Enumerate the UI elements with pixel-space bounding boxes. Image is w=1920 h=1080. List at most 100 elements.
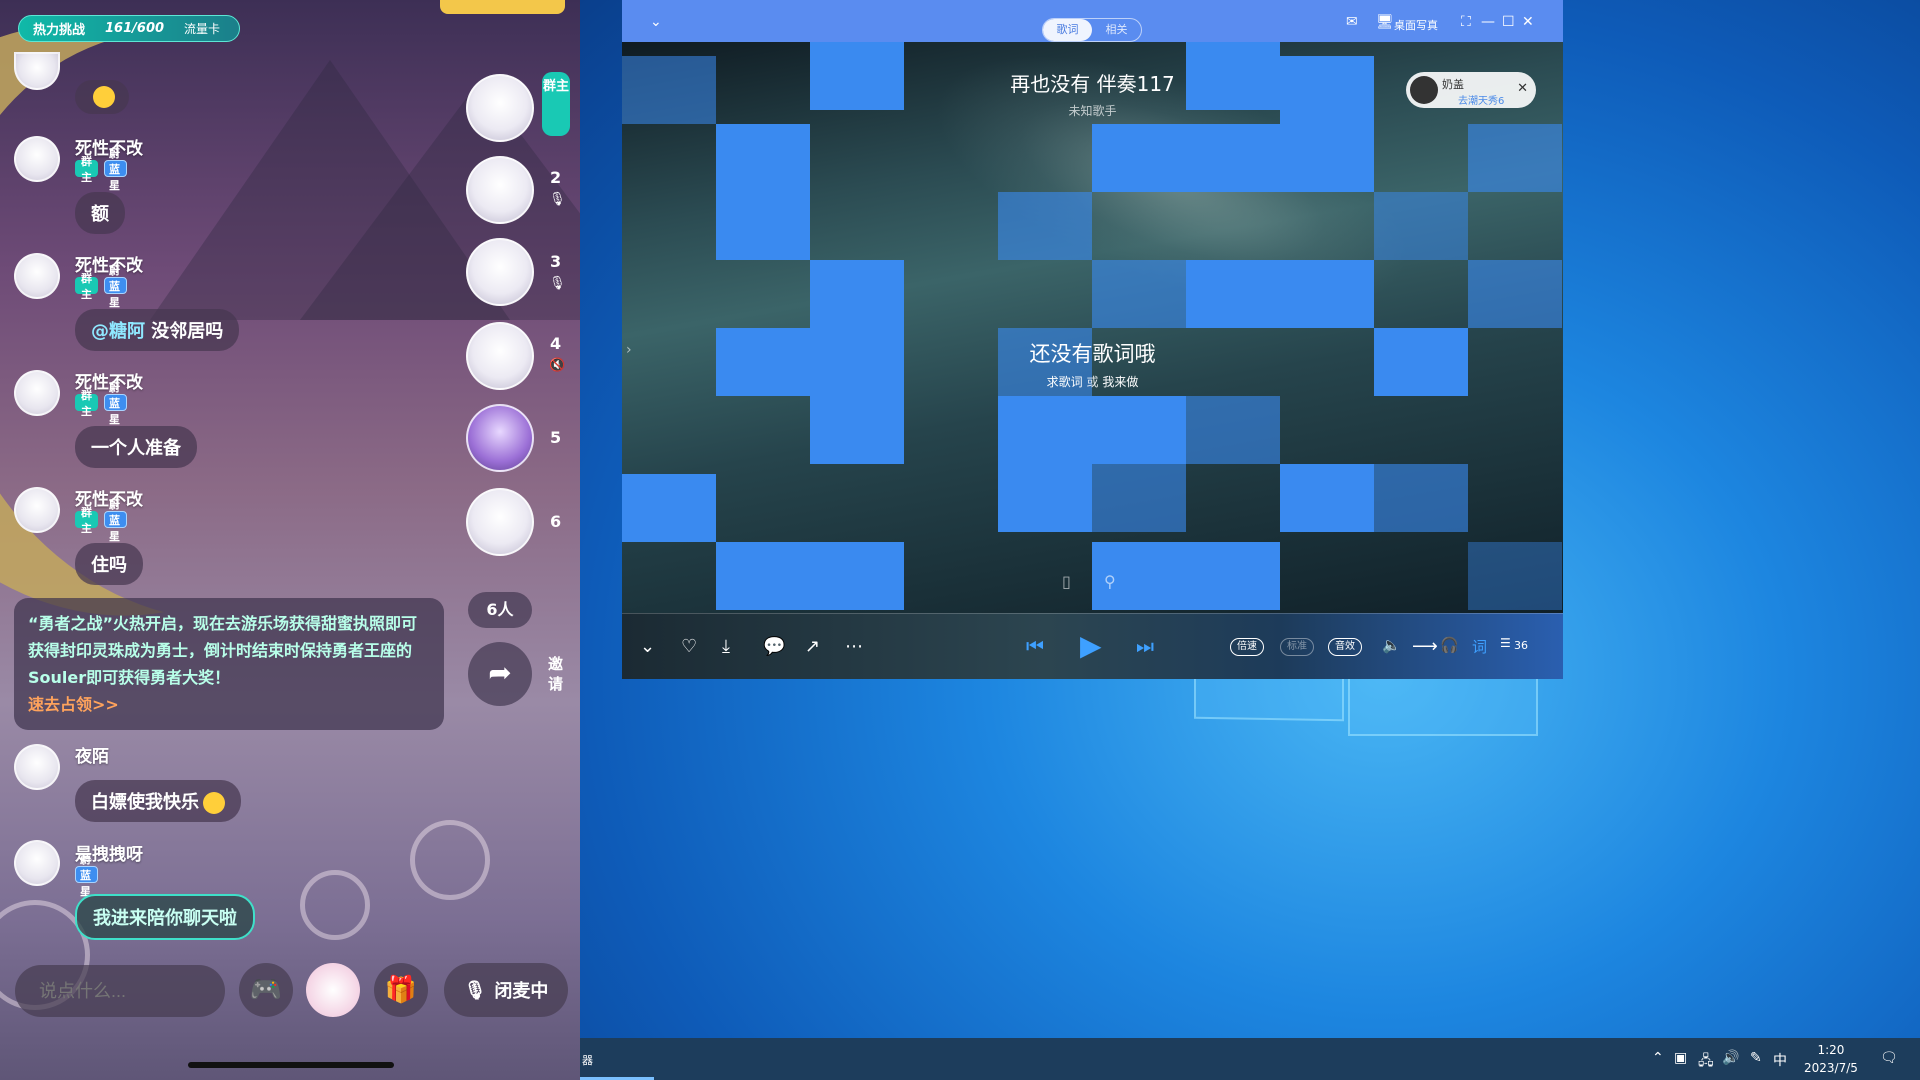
heart-icon[interactable]: ♡ bbox=[681, 636, 697, 657]
windows-logo-pane bbox=[1348, 676, 1538, 736]
mic-seat[interactable] bbox=[466, 488, 534, 556]
avatar[interactable] bbox=[14, 487, 60, 533]
mosaic-tile bbox=[998, 396, 1092, 464]
mention-link[interactable]: @糖阿 bbox=[91, 321, 145, 342]
lyrics-tab-switch: 歌词 相关 bbox=[1042, 18, 1142, 42]
playlist-icon[interactable]: ☰ bbox=[1500, 636, 1511, 650]
listener-subtitle: 去潮天秀6 bbox=[1458, 96, 1505, 107]
listener-name: 奶盖 bbox=[1442, 78, 1464, 91]
chat-input[interactable] bbox=[15, 965, 225, 1017]
lyrics-stage: › ▯ ⚲ bbox=[622, 42, 1563, 613]
chevron-down-icon[interactable]: ⌄ bbox=[640, 636, 655, 657]
portrait-icon[interactable]: ▯ bbox=[1062, 572, 1071, 591]
avatar[interactable] bbox=[14, 370, 60, 416]
mosaic-tile bbox=[1186, 260, 1280, 328]
username[interactable]: 夜陌 bbox=[75, 742, 109, 767]
host-badge: 群主 bbox=[75, 155, 98, 184]
player-titlebar: ⌄ 歌词 相关 ✉ 🖥 桌面写真 ⛶ — ☐ ✕ bbox=[622, 0, 1563, 42]
user-badges: 群主 蔚蓝星 bbox=[75, 147, 127, 192]
loop-icon[interactable]: ⟶ bbox=[1412, 636, 1438, 657]
mosaic-tile bbox=[1374, 192, 1468, 260]
quality-button[interactable]: 标准 bbox=[1280, 638, 1314, 656]
tab-related[interactable]: 相关 bbox=[1092, 19, 1141, 41]
volume-icon[interactable]: 🔈 bbox=[1382, 636, 1401, 654]
seat-number: 4 bbox=[550, 334, 562, 353]
mic-seat[interactable] bbox=[466, 156, 534, 224]
bunny-avatar-icon[interactable] bbox=[306, 963, 360, 1017]
play-icon[interactable]: ▶ bbox=[1080, 629, 1102, 662]
mosaic-tile bbox=[1374, 464, 1468, 532]
ime-indicator[interactable]: 中 bbox=[1773, 1050, 1787, 1070]
mosaic-tile bbox=[716, 542, 810, 610]
minimize-icon[interactable]: — bbox=[1481, 14, 1495, 30]
swan-decoration bbox=[410, 820, 490, 900]
gift-icon[interactable]: 🎁 bbox=[374, 963, 428, 1017]
level-badge: 蔚蓝星 bbox=[104, 264, 127, 309]
download-icon[interactable]: ⤓ bbox=[722, 636, 730, 657]
request-lyrics-link[interactable]: 求歌词 bbox=[1047, 375, 1083, 389]
invite-button[interactable]: 邀请 bbox=[548, 654, 566, 694]
more-icon[interactable]: ⋯ bbox=[845, 636, 863, 657]
previous-icon[interactable]: ⏮ bbox=[1026, 634, 1044, 658]
host-seat[interactable] bbox=[466, 74, 534, 142]
gamepad-icon[interactable]: 🎮 bbox=[239, 963, 293, 1017]
seat-number: 5 bbox=[550, 428, 562, 447]
voice-room-app: 热力挑战 161/600 流量卡 死性不改 群主 蔚蓝星 额 死性不改 群主 蔚… bbox=[0, 0, 580, 1080]
player-controls: ⌄ ♡ ⤓ 💬 ↗ ⋯ ⏮ ▶ ⏭ 倍速 标准 音效 🔈 ⟶ 🎧 词 ☰ 36 bbox=[622, 613, 1563, 679]
mail-icon[interactable]: ✉ bbox=[1346, 14, 1358, 30]
occupy-link[interactable]: 速去占领>> bbox=[28, 691, 430, 718]
desktop-wallpaper-button[interactable]: 桌面写真 bbox=[1394, 17, 1438, 33]
pen-icon[interactable]: ✎ bbox=[1750, 1050, 1762, 1066]
search-icon[interactable]: ⚲ bbox=[1104, 572, 1116, 591]
tray-display-icon[interactable]: ▣ bbox=[1674, 1050, 1687, 1066]
souler-event-badge[interactable] bbox=[440, 0, 565, 14]
heat-challenge-pill[interactable]: 热力挑战 161/600 流量卡 bbox=[18, 15, 240, 42]
effect-button[interactable]: 音效 bbox=[1328, 638, 1362, 656]
mosaic-tile bbox=[1280, 124, 1374, 192]
message-bubble: 住吗 bbox=[75, 543, 143, 585]
mosaic-tile bbox=[1092, 260, 1186, 328]
tab-lyrics[interactable]: 歌词 bbox=[1043, 19, 1092, 41]
collapse-chevron-icon[interactable]: ⌄ bbox=[650, 14, 662, 30]
people-count[interactable]: 6人 bbox=[468, 592, 532, 628]
fullscreen-icon[interactable]: ⛶ bbox=[1461, 14, 1471, 30]
tray-chevron-icon[interactable]: ⌃ bbox=[1652, 1050, 1664, 1066]
mic-off-icon: 🎙 bbox=[463, 979, 487, 1001]
emoji-icon bbox=[203, 792, 225, 814]
lyric-or-text: 或 bbox=[1082, 375, 1103, 389]
next-icon[interactable]: ⏭ bbox=[1136, 634, 1154, 658]
taskbar-app-label[interactable]: 器 bbox=[582, 1052, 593, 1068]
close-icon[interactable]: ✕ bbox=[1522, 14, 1534, 30]
close-icon[interactable]: ✕ bbox=[1517, 81, 1528, 96]
user-badges: 群主 蔚蓝星 bbox=[75, 264, 127, 309]
mosaic-tile bbox=[1092, 464, 1186, 532]
monitor-icon[interactable]: 🖥 bbox=[1376, 14, 1394, 30]
share-icon[interactable]: ➦ bbox=[468, 642, 532, 706]
seat-number: 6 bbox=[550, 512, 562, 531]
notification-icon[interactable]: 🗨 bbox=[1880, 1050, 1898, 1066]
avatar[interactable] bbox=[14, 136, 60, 182]
mic-seat[interactable] bbox=[466, 238, 534, 306]
mic-seat[interactable] bbox=[466, 404, 534, 472]
make-lyrics-link[interactable]: 我来做 bbox=[1102, 375, 1138, 389]
mosaic-tile bbox=[1468, 542, 1562, 610]
network-icon[interactable]: 🖧 bbox=[1698, 1050, 1714, 1074]
mosaic-tile bbox=[1468, 260, 1562, 328]
headphones-icon[interactable]: 🎧 bbox=[1440, 636, 1459, 654]
listener-chip[interactable]: 奶盖 去潮天秀6 ✕ bbox=[1406, 72, 1536, 108]
system-clock[interactable]: 1:20 2023/7/5 bbox=[1804, 1041, 1858, 1077]
mic-seat[interactable] bbox=[466, 322, 534, 390]
emoji-icon bbox=[93, 86, 115, 108]
avatar[interactable] bbox=[14, 840, 60, 886]
mosaic-tile bbox=[1186, 124, 1280, 192]
avatar[interactable] bbox=[14, 253, 60, 299]
mic-toggle-button[interactable]: 🎙 闭麦中 bbox=[444, 963, 568, 1017]
share-icon[interactable]: ↗ bbox=[805, 636, 820, 657]
lyrics-toggle-button[interactable]: 词 bbox=[1472, 636, 1487, 657]
comment-icon[interactable]: 💬 bbox=[763, 636, 785, 657]
speed-button[interactable]: 倍速 bbox=[1230, 638, 1264, 656]
volume-icon[interactable]: 🔊 bbox=[1722, 1050, 1739, 1066]
playlist-count[interactable]: 36 bbox=[1514, 639, 1528, 652]
maximize-icon[interactable]: ☐ bbox=[1502, 14, 1515, 30]
avatar[interactable] bbox=[14, 744, 60, 790]
